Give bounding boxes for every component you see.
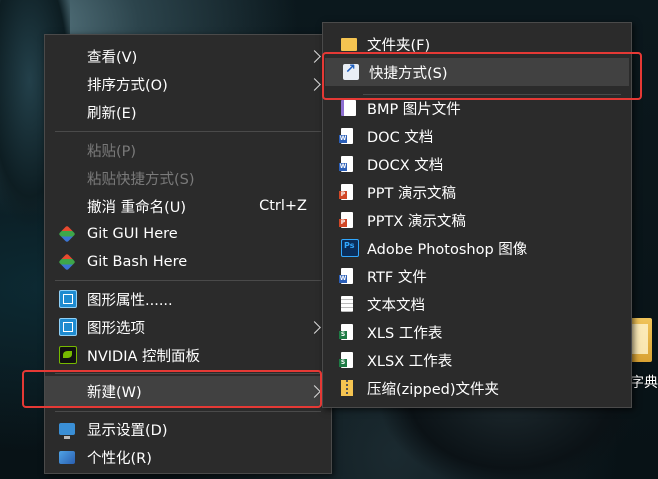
menu-item-label: RTF 文件 <box>367 269 427 286</box>
menu-item-label: 撤消 重命名(U) <box>87 199 187 216</box>
menu-separator <box>55 131 321 132</box>
submenu-item-rtf[interactable]: W RTF 文件 <box>323 262 631 290</box>
menu-item-label: 粘贴(P) <box>87 143 137 160</box>
submenu-item-docx[interactable]: W DOCX 文档 <box>323 150 631 178</box>
menu-item-refresh[interactable]: 刷新(E) <box>45 98 331 126</box>
annotation-highlight-shortcut <box>322 52 642 100</box>
submenu-item-zip[interactable]: 压缩(zipped)文件夹 <box>323 374 631 402</box>
menu-item-undo-rename[interactable]: 撤消 重命名(U) Ctrl+Z <box>45 192 331 220</box>
submenu-item-ppt[interactable]: P PPT 演示文稿 <box>323 178 631 206</box>
submenu-item-photoshop[interactable]: Adobe Photoshop 图像 <box>323 234 631 262</box>
chevron-right-icon <box>308 49 321 63</box>
ppt-file-icon: P <box>339 184 353 200</box>
menu-item-git-bash[interactable]: Git Bash Here <box>45 248 331 276</box>
menu-item-label: Git Bash Here <box>87 254 188 270</box>
menu-item-label: 粘贴快捷方式(S) <box>87 171 195 188</box>
menu-item-label: 刷新(E) <box>87 105 137 122</box>
text-file-icon <box>341 296 353 312</box>
menu-item-label: Adobe Photoshop 图像 <box>367 241 528 258</box>
submenu-item-text[interactable]: 文本文档 <box>323 290 631 318</box>
menu-item-label: 图形选项 <box>87 320 145 337</box>
desktop-context-menu: 查看(V) 排序方式(O) 刷新(E) 粘贴(P) 粘贴快捷方式(S) 撤消 重… <box>44 34 332 474</box>
menu-item-label: BMP 图片文件 <box>367 101 461 118</box>
menu-item-label: Git GUI Here <box>87 226 178 242</box>
pptx-file-icon: P <box>339 212 353 228</box>
menu-item-paste: 粘贴(P) <box>45 136 331 164</box>
menu-item-graphics-properties[interactable]: 图形属性...... <box>45 285 331 313</box>
menu-separator <box>55 411 321 412</box>
xlsx-file-icon: S <box>339 352 353 368</box>
menu-item-label: 显示设置(D) <box>87 422 168 439</box>
git-gui-icon <box>58 225 76 243</box>
xls-file-icon: S <box>339 324 353 340</box>
menu-item-label: 压缩(zipped)文件夹 <box>367 381 499 398</box>
submenu-item-pptx[interactable]: P PPTX 演示文稿 <box>323 206 631 234</box>
submenu-item-xlsx[interactable]: S XLSX 工作表 <box>323 346 631 374</box>
menu-item-label: 查看(V) <box>87 49 138 66</box>
word-doc-icon: W <box>339 128 353 144</box>
intel-graphics-icon <box>59 318 77 336</box>
menu-separator <box>55 280 321 281</box>
word-docx-icon: W <box>339 156 353 172</box>
menu-item-shortcut: Ctrl+Z <box>259 198 307 214</box>
git-bash-icon <box>58 253 76 271</box>
menu-item-git-gui[interactable]: Git GUI Here <box>45 220 331 248</box>
personalize-icon <box>59 450 75 464</box>
desktop-icon-label[interactable]: 字典 <box>630 372 658 392</box>
menu-item-label: DOC 文档 <box>367 129 434 146</box>
menu-item-sort-by[interactable]: 排序方式(O) <box>45 70 331 98</box>
nvidia-icon <box>59 346 77 364</box>
submenu-item-xls[interactable]: S XLS 工作表 <box>323 318 631 346</box>
rtf-file-icon: W <box>339 268 353 284</box>
menu-item-label: DOCX 文档 <box>367 157 444 174</box>
chevron-right-icon <box>308 320 321 334</box>
bmp-file-icon <box>341 100 356 116</box>
menu-item-personalize[interactable]: 个性化(R) <box>45 443 331 471</box>
menu-item-view[interactable]: 查看(V) <box>45 42 331 70</box>
folder-icon <box>341 37 357 51</box>
menu-item-label: PPT 演示文稿 <box>367 185 456 202</box>
photoshop-icon <box>341 239 359 257</box>
menu-item-label: XLSX 工作表 <box>367 353 453 370</box>
menu-item-label: PPTX 演示文稿 <box>367 213 466 230</box>
display-icon <box>59 423 75 439</box>
menu-item-paste-shortcut: 粘贴快捷方式(S) <box>45 164 331 192</box>
intel-graphics-icon <box>59 290 77 308</box>
menu-item-label: 个性化(R) <box>87 450 152 467</box>
menu-item-label: 排序方式(O) <box>87 77 168 94</box>
menu-item-graphics-options[interactable]: 图形选项 <box>45 313 331 341</box>
menu-item-label: 图形属性...... <box>87 292 173 309</box>
zip-folder-icon <box>341 380 353 396</box>
menu-item-label: XLS 工作表 <box>367 325 443 342</box>
chevron-right-icon <box>308 77 321 91</box>
annotation-highlight-new <box>22 370 322 408</box>
menu-item-display-settings[interactable]: 显示设置(D) <box>45 415 331 443</box>
menu-item-label: NVIDIA 控制面板 <box>87 348 201 365</box>
menu-item-label: 文本文档 <box>367 297 425 314</box>
submenu-item-doc[interactable]: W DOC 文档 <box>323 122 631 150</box>
menu-item-nvidia-control-panel[interactable]: NVIDIA 控制面板 <box>45 341 331 369</box>
